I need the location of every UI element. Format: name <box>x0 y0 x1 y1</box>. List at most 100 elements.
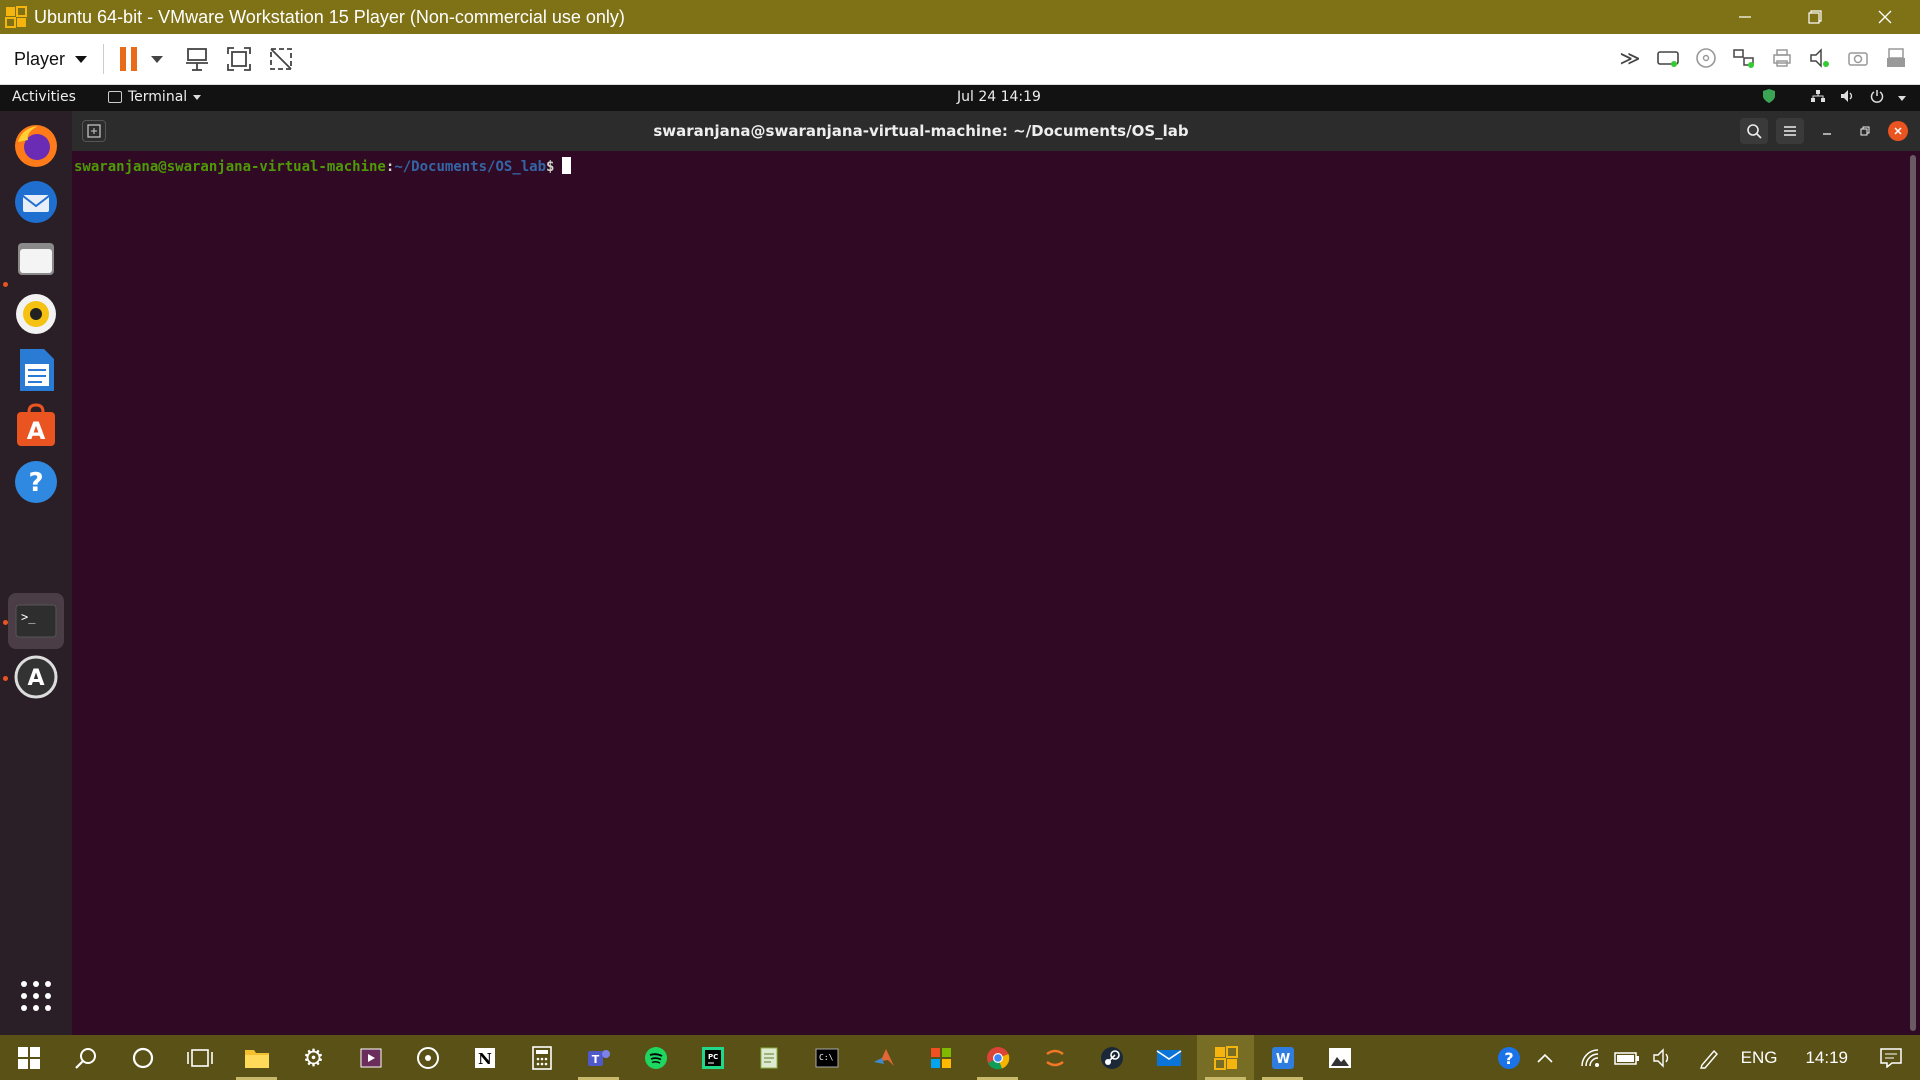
terminal-title: swaranjana@swaranjana-virtual-machine: ~… <box>653 122 1189 140</box>
pen-icon[interactable] <box>1691 1047 1727 1069</box>
chrome-icon[interactable] <box>969 1035 1026 1080</box>
start-icon[interactable] <box>0 1035 57 1080</box>
vmware-toolbar: Player ≫ <box>0 34 1920 85</box>
jupyter-icon[interactable] <box>1026 1035 1083 1080</box>
cortana-icon[interactable] <box>114 1035 171 1080</box>
svg-text:N: N <box>478 1050 492 1068</box>
restore-icon[interactable] <box>1780 0 1850 34</box>
restore-icon[interactable] <box>1850 118 1880 144</box>
help-icon[interactable]: ? <box>8 454 64 510</box>
software-updater-icon[interactable]: A <box>8 649 64 705</box>
cmd-icon[interactable]: C:\ <box>798 1035 855 1080</box>
task-view-icon[interactable] <box>171 1035 228 1080</box>
notepad-icon[interactable] <box>741 1035 798 1080</box>
app-menu-label: Terminal <box>128 89 188 105</box>
svg-text:PC: PC <box>708 1053 718 1061</box>
media-player-icon[interactable] <box>342 1035 399 1080</box>
show-applications-icon[interactable] <box>8 968 64 1024</box>
close-icon[interactable] <box>1850 0 1920 34</box>
sound-card-icon[interactable] <box>1804 42 1836 74</box>
player-menu[interactable]: Player <box>14 48 88 70</box>
send-ctrl-alt-del-icon[interactable] <box>181 43 213 75</box>
taskbar-clock[interactable]: 14:19 <box>1791 1048 1862 1068</box>
settings-icon[interactable]: ⚙ <box>285 1035 342 1080</box>
libreoffice-writer-icon[interactable] <box>8 342 64 398</box>
app-menu[interactable]: Terminal <box>108 89 202 105</box>
chevron-up-icon[interactable] <box>1527 1052 1563 1064</box>
printer-icon[interactable] <box>1766 42 1798 74</box>
prompt-user-host: swaranjana@swaranjana-virtual-machine <box>74 159 386 175</box>
pycharm-icon[interactable]: PC <box>684 1035 741 1080</box>
pause-icon[interactable] <box>120 47 138 71</box>
vmware-titlebar: Ubuntu 64-bit - VMware Workstation 15 Pl… <box>0 0 1920 34</box>
file-explorer-icon[interactable] <box>228 1035 285 1080</box>
hard-disk-icon[interactable] <box>1652 42 1684 74</box>
matlab-icon[interactable] <box>855 1035 912 1080</box>
office-icon[interactable] <box>912 1035 969 1080</box>
spotify-icon[interactable] <box>627 1035 684 1080</box>
network-adapter-icon[interactable] <box>1728 42 1760 74</box>
vmware-icon[interactable] <box>1197 1035 1254 1080</box>
windows-taskbar: ⚙ N T PC C:\ W ? ENG 14:19 <box>0 1035 1920 1080</box>
unity-icon[interactable] <box>265 43 297 75</box>
more-icon[interactable]: ≫ <box>1614 42 1646 74</box>
svg-text:?: ? <box>1504 1049 1513 1068</box>
gnome-top-bar: Activities Terminal Jul 24 14:19 <box>0 85 1920 111</box>
ubuntu-software-icon[interactable]: A <box>8 398 64 454</box>
player-menu-label: Player <box>14 48 66 69</box>
rhythmbox-icon[interactable] <box>8 286 64 342</box>
prompt-line: swaranjana@swaranjana-virtual-machine:~/… <box>74 157 572 175</box>
minimize-icon[interactable] <box>1710 0 1780 34</box>
terminal-icon[interactable]: >_ <box>8 593 64 649</box>
svg-text:A: A <box>27 417 46 445</box>
activities-button[interactable]: Activities <box>12 89 76 105</box>
wps-icon[interactable]: W <box>1254 1035 1311 1080</box>
terminal-headerbar: swaranjana@swaranjana-virtual-machine: ~… <box>72 111 1920 151</box>
minimize-icon[interactable] <box>1812 118 1842 144</box>
files-icon[interactable] <box>8 230 64 286</box>
notion-icon[interactable]: N <box>456 1035 513 1080</box>
terminal-icon <box>108 91 122 103</box>
calculator-icon[interactable] <box>513 1035 570 1080</box>
photos-icon[interactable] <box>1311 1035 1368 1080</box>
window-title: Ubuntu 64-bit - VMware Workstation 15 Pl… <box>34 6 625 27</box>
system-tray: ? ENG 14:19 <box>1491 1035 1920 1080</box>
help-icon[interactable]: ? <box>1491 1046 1527 1070</box>
system-menu[interactable] <box>1762 88 1906 108</box>
search-icon[interactable] <box>57 1035 114 1080</box>
prompt-symbol: $ <box>546 159 555 175</box>
shield-icon[interactable] <box>1762 88 1776 108</box>
fullscreen-icon[interactable] <box>223 43 255 75</box>
usb-device-icon[interactable] <box>1880 42 1912 74</box>
ubuntu-dock: A ? >_ A <box>0 111 72 1035</box>
svg-text:?: ? <box>28 468 43 498</box>
thunderbird-icon[interactable] <box>8 174 64 230</box>
svg-text:>_: >_ <box>21 610 36 624</box>
battery-icon[interactable] <box>1609 1050 1645 1066</box>
notifications-icon[interactable] <box>1862 1047 1920 1068</box>
volume-icon <box>1840 89 1856 107</box>
terminal-body[interactable]: swaranjana@swaranjana-virtual-machine:~/… <box>72 151 1920 1035</box>
teams-icon[interactable]: T <box>570 1035 627 1080</box>
svg-text:T: T <box>591 1053 599 1066</box>
cd-dvd-icon[interactable] <box>1690 42 1722 74</box>
mail-icon[interactable] <box>1140 1035 1197 1080</box>
search-icon[interactable] <box>1740 118 1768 144</box>
scrollbar[interactable] <box>1910 155 1916 1031</box>
firefox-icon[interactable] <box>8 118 64 174</box>
chevron-down-icon <box>193 94 202 100</box>
camera-icon[interactable] <box>1842 42 1874 74</box>
wifi-icon[interactable] <box>1573 1048 1609 1068</box>
toolbar-divider <box>103 44 105 74</box>
hamburger-menu-icon[interactable] <box>1776 118 1804 144</box>
close-icon[interactable] <box>1888 121 1908 141</box>
text-cursor <box>562 157 572 174</box>
running-indicator <box>3 282 8 287</box>
clock[interactable]: Jul 24 14:19 <box>957 89 1041 105</box>
power-options-chevron-icon[interactable] <box>151 55 164 63</box>
steam-icon[interactable] <box>1083 1035 1140 1080</box>
groove-icon[interactable] <box>399 1035 456 1080</box>
power-icon <box>1870 89 1884 107</box>
language-indicator[interactable]: ENG <box>1727 1048 1792 1068</box>
volume-icon[interactable] <box>1645 1047 1681 1068</box>
